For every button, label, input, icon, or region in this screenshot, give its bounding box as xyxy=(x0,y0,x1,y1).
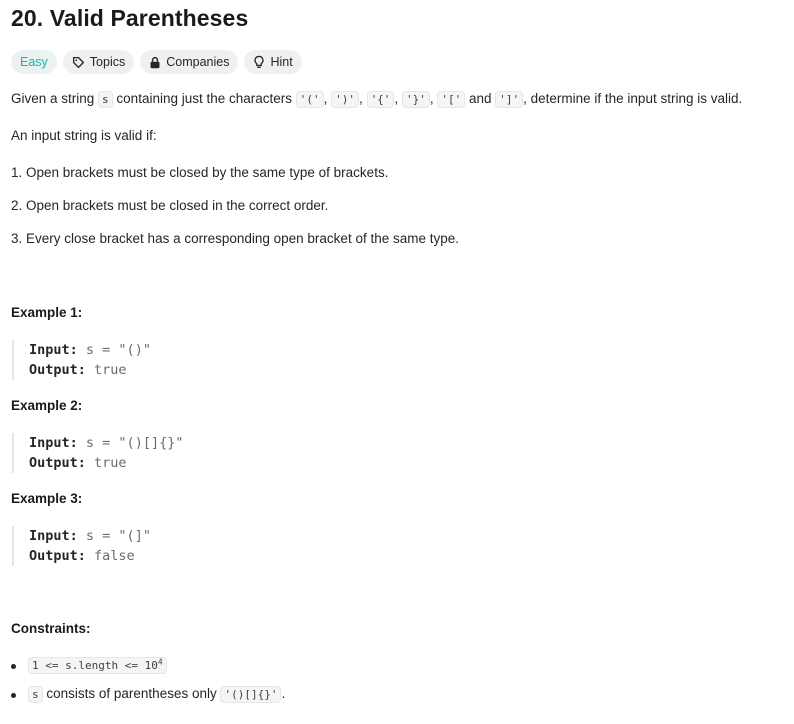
input-value: s = "()" xyxy=(85,342,151,358)
intro-text: and xyxy=(465,91,496,106)
code-char: '}' xyxy=(401,91,430,108)
tag-row: Easy Topics Companies Hint xyxy=(11,50,302,74)
constraints-heading: Constraints: xyxy=(11,621,91,636)
example-block: Input: s = "()" Output: true xyxy=(12,340,151,380)
topics-label: Topics xyxy=(89,55,126,69)
code-char: '(' xyxy=(295,91,324,108)
code-s: s xyxy=(98,91,113,108)
constraint-text: consists of parentheses only xyxy=(42,686,221,701)
input-value: s = "()[]{}" xyxy=(85,435,184,451)
rule-item: 1. Open brackets must be closed by the s… xyxy=(11,165,389,180)
input-value: s = "(]" xyxy=(85,528,151,544)
intro-text: containing just the characters xyxy=(112,91,296,106)
lightbulb-icon xyxy=(254,55,265,68)
constraint-text: . xyxy=(281,686,286,701)
code-char: '{' xyxy=(366,91,395,108)
constraints-list: 1 <= s.length <= 104 s consists of paren… xyxy=(11,657,286,703)
intro-text: , determine if the input string is valid… xyxy=(523,91,743,106)
output-label: Output: xyxy=(29,455,86,471)
output-value: false xyxy=(94,548,135,564)
valid-if-text: An input string is valid if: xyxy=(11,128,157,143)
example-heading: Example 3: xyxy=(11,491,83,506)
code-char: ']' xyxy=(495,91,524,108)
code-char: '[' xyxy=(437,91,466,108)
difficulty-badge: Easy xyxy=(11,50,57,74)
output-value: true xyxy=(94,362,127,378)
intro-text: Given a string xyxy=(11,91,99,106)
rule-item: 3. Every close bracket has a correspondi… xyxy=(11,231,459,246)
input-label: Input: xyxy=(29,342,78,358)
topics-tag[interactable]: Topics xyxy=(62,50,135,74)
example-block: Input: s = "(]" Output: false xyxy=(12,526,151,566)
hint-label: Hint xyxy=(270,55,293,69)
companies-label: Companies xyxy=(166,55,230,69)
constraint-item: s consists of parentheses only '()[]{}'. xyxy=(11,686,286,703)
example-block: Input: s = "()[]{}" Output: true xyxy=(12,433,183,473)
output-label: Output: xyxy=(29,548,86,564)
example-heading: Example 2: xyxy=(11,398,83,413)
lock-icon xyxy=(150,56,160,68)
constraint-item: 1 <= s.length <= 104 xyxy=(11,657,285,674)
exponent: 4 xyxy=(157,657,163,667)
input-label: Input: xyxy=(29,528,78,544)
companies-tag[interactable]: Companies xyxy=(140,50,239,74)
code-char: ')' xyxy=(331,91,360,108)
description-intro: Given a string s containing just the cha… xyxy=(11,91,743,108)
rule-item: 2. Open brackets must be closed in the c… xyxy=(11,198,329,213)
input-label: Input: xyxy=(29,435,78,451)
constraint-code: 1 <= s.length <= 104 xyxy=(28,657,167,674)
output-value: true xyxy=(94,455,127,471)
code-s: s xyxy=(28,686,43,703)
problem-title: 20. Valid Parentheses xyxy=(11,5,249,31)
constraint-code: '()[]{}' xyxy=(220,686,282,703)
tag-icon xyxy=(72,56,84,68)
hint-tag[interactable]: Hint xyxy=(244,50,302,74)
output-label: Output: xyxy=(29,362,86,378)
constraint-code-text: 1 <= s.length <= 10 xyxy=(32,659,158,672)
example-heading: Example 1: xyxy=(11,305,83,320)
